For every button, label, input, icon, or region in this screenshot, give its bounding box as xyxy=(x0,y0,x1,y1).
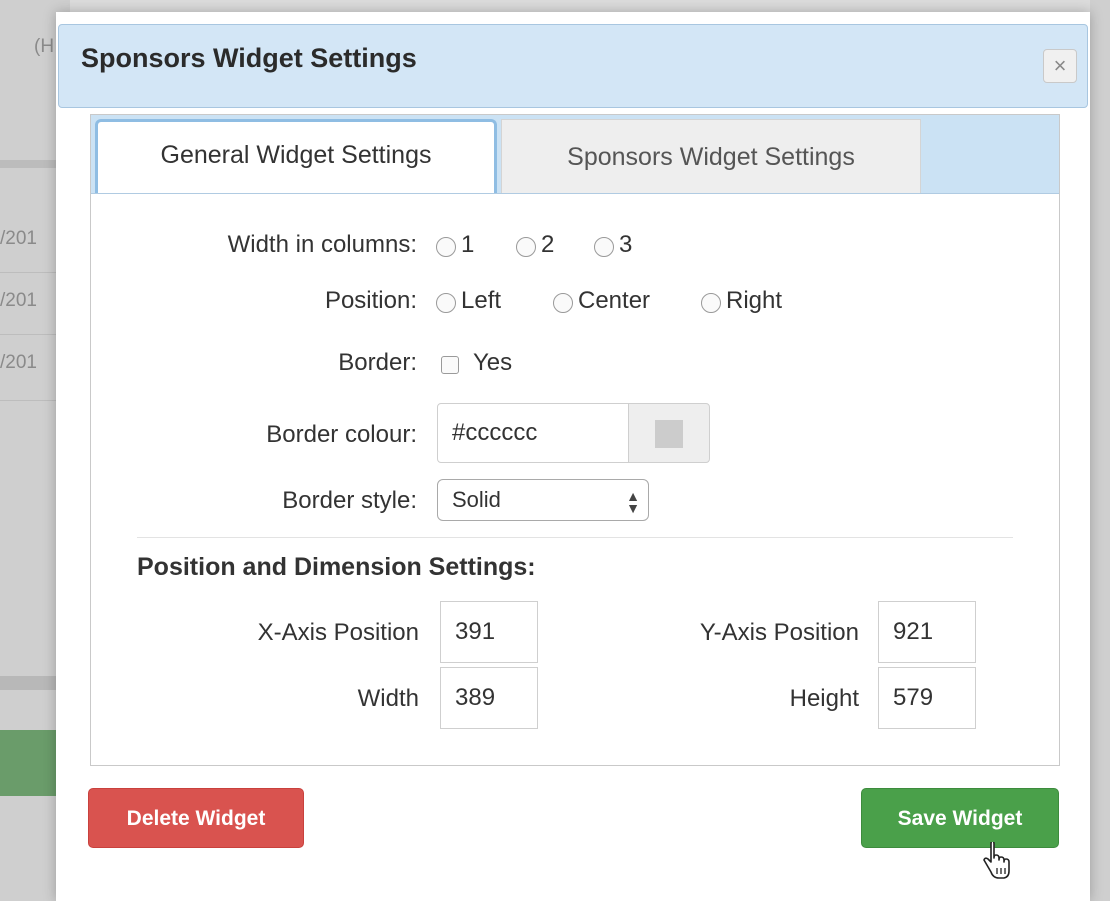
y-axis-position-input[interactable]: 921 xyxy=(878,601,976,663)
background-right-column xyxy=(1090,0,1110,901)
height-label: Height xyxy=(789,685,859,712)
width-input[interactable]: 389 xyxy=(440,667,538,729)
y-axis-position-label: Y-Axis Position xyxy=(699,619,859,646)
width-option-label: 2 xyxy=(541,231,555,258)
border-style-select[interactable]: Solid ▲ ▼ xyxy=(437,479,649,521)
colour-swatch xyxy=(655,420,683,448)
position-option-label: Center xyxy=(578,287,651,314)
widget-settings-modal: Sponsors Widget Settings × General Widge… xyxy=(56,12,1090,901)
x-axis-position-label: X-Axis Position xyxy=(257,619,419,646)
width-radio-3[interactable] xyxy=(594,237,614,257)
height-input[interactable]: 579 xyxy=(878,667,976,729)
width-label: Width xyxy=(357,685,419,712)
hand-cursor-icon xyxy=(983,842,1010,879)
tab-bar: General Widget Settings Sponsors Widget … xyxy=(91,115,1059,194)
width-option-label: 3 xyxy=(619,231,633,258)
position-radio-right[interactable] xyxy=(701,293,721,313)
tab-general-widget-settings[interactable]: General Widget Settings xyxy=(95,119,497,193)
tab-sponsors-widget-settings[interactable]: Sponsors Widget Settings xyxy=(501,119,921,193)
modal-header: Sponsors Widget Settings × xyxy=(58,24,1088,108)
border-style-value: Solid xyxy=(452,487,501,512)
settings-panel: General Widget Settings Sponsors Widget … xyxy=(90,114,1060,766)
section-divider xyxy=(137,537,1013,538)
position-option-label: Right xyxy=(726,287,783,314)
position-option-label: Left xyxy=(461,287,502,314)
save-widget-button[interactable]: Save Widget xyxy=(861,788,1059,848)
close-icon: × xyxy=(1053,53,1067,78)
border-option-label: Yes xyxy=(473,349,513,376)
border-label: Border: xyxy=(338,349,417,376)
position-radio-center[interactable] xyxy=(553,293,573,313)
border-colour-label: Border colour: xyxy=(266,421,417,448)
background-green-button xyxy=(0,730,62,796)
border-style-label: Border style: xyxy=(282,487,417,514)
width-option-label: 1 xyxy=(461,231,475,258)
border-colour-input[interactable]: #cccccc xyxy=(437,403,629,463)
position-radio-left[interactable] xyxy=(436,293,456,313)
border-checkbox[interactable] xyxy=(441,356,459,374)
delete-widget-button[interactable]: Delete Widget xyxy=(88,788,304,848)
width-radio-1[interactable] xyxy=(436,237,456,257)
width-radio-2[interactable] xyxy=(516,237,536,257)
colour-picker-button[interactable] xyxy=(628,403,710,463)
position-label: Position: xyxy=(324,287,417,314)
modal-title: Sponsors Widget Settings xyxy=(81,43,417,73)
close-button[interactable]: × xyxy=(1043,49,1077,83)
x-axis-position-input[interactable]: 391 xyxy=(440,601,538,663)
dimension-section-title: Position and Dimension Settings: xyxy=(137,553,536,581)
width-in-columns-label: Width in columns: xyxy=(227,231,417,258)
